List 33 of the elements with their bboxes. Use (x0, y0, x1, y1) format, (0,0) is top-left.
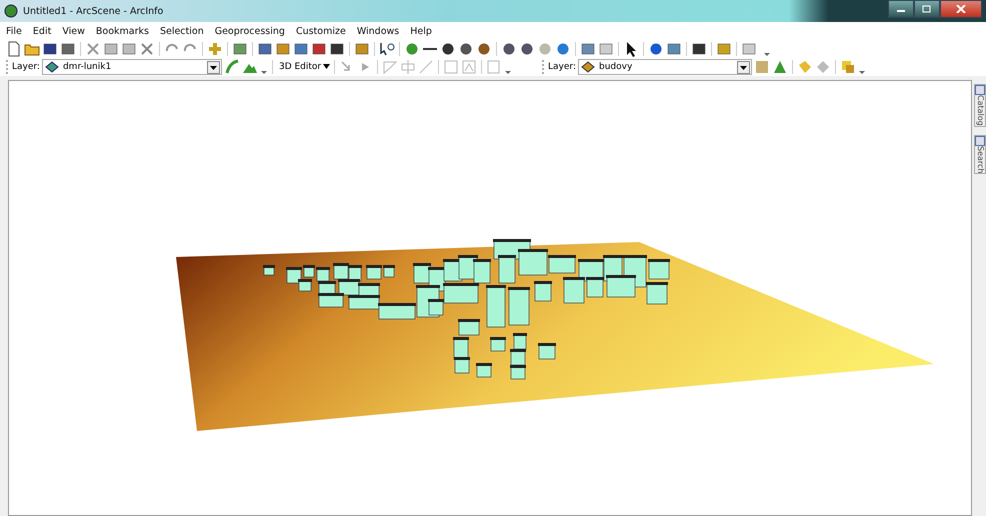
menu-item[interactable]: Help (410, 26, 432, 36)
side-tab-label: Search (975, 146, 985, 174)
side-tab[interactable]: Search (974, 134, 986, 174)
layer-label: Layer: (548, 62, 576, 72)
menu-item[interactable]: Windows (356, 26, 400, 36)
delete-icon[interactable] (139, 41, 155, 57)
menu-item[interactable]: Edit (32, 26, 52, 36)
maximize-button[interactable] (914, 0, 940, 18)
globe-icon (4, 4, 18, 18)
layer-label: Layer: (12, 62, 40, 72)
3d-editor-menu[interactable]: 3D Editor (276, 62, 322, 72)
close-icon (956, 5, 966, 13)
menu-item[interactable]: File (6, 26, 22, 36)
side-tab[interactable]: Catalog (974, 84, 986, 127)
side-tab-label: Catalog (975, 95, 985, 126)
restore-icon (922, 5, 932, 13)
menu-item[interactable]: Bookmarks (96, 26, 149, 36)
menu-item[interactable]: Customize (296, 26, 346, 36)
layer-dropdown[interactable]: budovy (578, 59, 752, 75)
menu-item[interactable]: Selection (160, 26, 204, 36)
window-title: Untitled1 - ArcScene - ArcInfo (23, 6, 164, 16)
menu-item[interactable]: View (62, 26, 85, 36)
navigate-icon[interactable] (404, 41, 420, 57)
close-button[interactable] (940, 0, 982, 18)
scene-viewport[interactable] (8, 80, 972, 516)
menu-item[interactable]: Geoprocessing (214, 26, 285, 36)
caret-icon (323, 64, 330, 70)
layer-name: dmr-lunik1 (62, 62, 112, 72)
layers-icon[interactable] (840, 59, 856, 75)
minimize-button[interactable] (888, 0, 914, 18)
layer-name: budovy (599, 62, 634, 72)
cut-icon[interactable] (85, 41, 101, 57)
layer-dropdown[interactable]: dmr-lunik1 (42, 59, 222, 75)
